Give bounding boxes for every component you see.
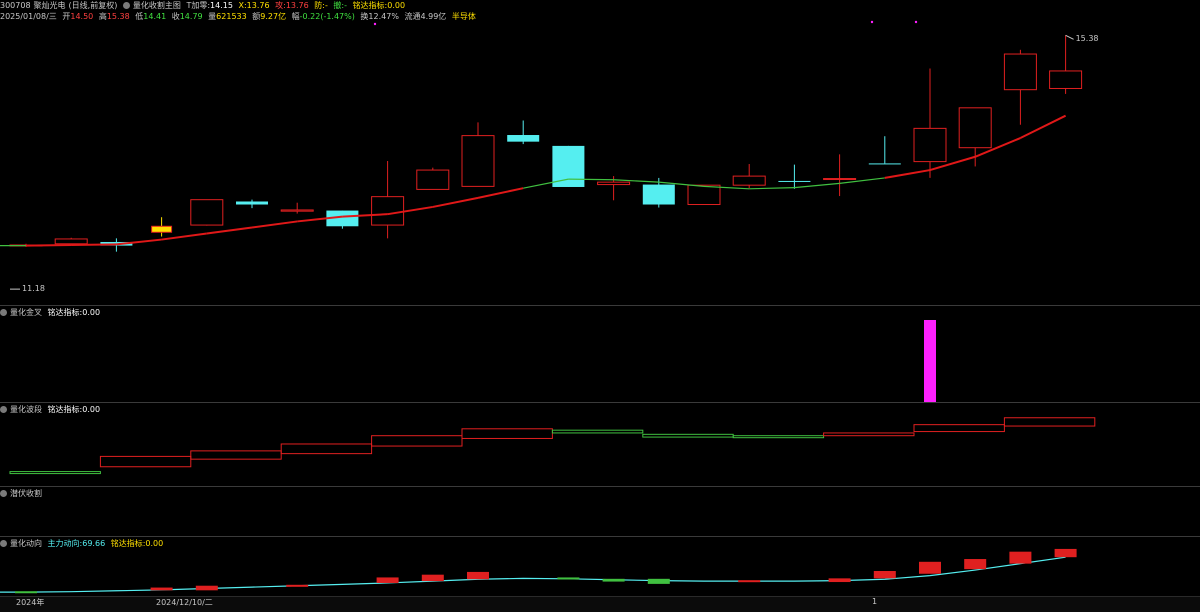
candle-body <box>732 175 766 186</box>
flow-bar <box>602 578 625 582</box>
candle-body <box>280 209 314 212</box>
golden-title[interactable]: 量化金叉 <box>10 308 42 317</box>
flow-bar <box>421 574 444 582</box>
main-flow-line <box>0 556 1066 593</box>
panel-divider <box>0 486 1200 487</box>
lurk-panel-title: 潜伏收割 <box>0 488 45 499</box>
flow-bar <box>286 584 309 587</box>
signal-dot <box>914 20 918 24</box>
candle-body <box>913 127 947 163</box>
flow-bar <box>195 585 218 591</box>
flow-bar <box>828 578 851 583</box>
panel-divider <box>0 402 1200 403</box>
ma-line-segment <box>432 196 479 208</box>
signal-dot <box>870 20 874 24</box>
ma-line-segment <box>749 186 795 190</box>
wave-step <box>371 435 463 447</box>
golden-signal-value: 0.00 <box>82 308 101 317</box>
panel-toggle-icon[interactable] <box>0 406 7 413</box>
ma-line-segment <box>568 178 614 181</box>
axis-marker-label: 1 <box>872 597 878 606</box>
wave-title[interactable]: 量化波段 <box>10 405 42 414</box>
flow-bar <box>557 577 580 580</box>
panel-divider <box>0 536 1200 537</box>
ma-line-segment <box>161 232 207 241</box>
ma-line-segment <box>251 220 298 229</box>
candle-body <box>597 181 631 186</box>
candle-body <box>958 107 992 149</box>
panel-toggle-icon[interactable] <box>0 540 7 547</box>
ma-line-segment <box>71 243 117 247</box>
flow-signal-value: 0.00 <box>145 539 164 548</box>
panel-toggle-icon[interactable] <box>0 490 7 497</box>
flow-main-label: 主力动向: <box>47 539 83 548</box>
low-price-tag: 11.18 <box>22 284 45 294</box>
candle-body <box>823 178 857 181</box>
wave-step <box>732 435 825 439</box>
candle-body <box>151 225 173 233</box>
candle-body <box>461 135 495 187</box>
wave-signal-label: 铭达指标: <box>47 405 83 414</box>
flow-bar <box>15 591 37 594</box>
signal-dot <box>373 22 377 26</box>
panel-divider <box>0 305 1200 306</box>
flow-bar <box>873 571 896 579</box>
flow-main-value: 69.66 <box>82 539 106 548</box>
flow-bar <box>1054 548 1077 558</box>
wave-step <box>190 450 282 460</box>
flow-bar <box>738 580 761 583</box>
flow-title[interactable]: 量化动向 <box>10 539 42 548</box>
ma-line-segment <box>477 187 524 199</box>
wave-signal-value: 0.00 <box>82 405 101 414</box>
flow-bar <box>1009 551 1032 564</box>
wave-panel-title: 量化波段 铭达指标:0.00 <box>0 404 103 415</box>
candle-body <box>371 196 405 226</box>
candle-body <box>236 201 268 205</box>
flow-bar <box>376 577 399 583</box>
wave-step <box>99 455 192 468</box>
wave-step <box>9 471 101 475</box>
lurk-title[interactable]: 潜伏收割 <box>10 489 42 498</box>
candle-body <box>687 184 721 206</box>
golden-signal-label: 铭达指标: <box>47 308 83 317</box>
candle-body <box>507 135 540 142</box>
panel-toggle-icon[interactable] <box>0 309 7 316</box>
candle-body <box>54 238 88 245</box>
wave-step <box>551 429 644 434</box>
axis-year-label: 2024年 <box>16 598 45 607</box>
flow-bar <box>150 587 173 591</box>
flow-bar <box>919 561 941 574</box>
flow-bar <box>964 559 987 570</box>
ma-line-segment <box>25 244 72 247</box>
candle-body <box>868 163 901 165</box>
wave-step <box>642 433 734 438</box>
ma-line-segment <box>794 182 840 189</box>
candle-body <box>190 199 224 226</box>
candle-body <box>778 180 811 182</box>
candle-body <box>1049 70 1083 89</box>
ma-line-segment <box>1019 114 1067 139</box>
flow-signal-label: 铭达指标: <box>110 539 146 548</box>
flow-bar <box>467 571 489 580</box>
golden-panel-title: 量化金叉 铭达指标:0.00 <box>0 307 103 318</box>
wave-step <box>913 424 1005 433</box>
golden-cross-bar <box>924 320 936 402</box>
flow-panel-title: 量化动向 主力动向:69.66 铭达指标:0.00 <box>0 538 166 549</box>
wave-step <box>280 443 373 455</box>
wave-step <box>823 432 915 437</box>
ma-line-segment <box>884 169 931 179</box>
high-tag-pointer <box>1065 34 1074 40</box>
flow-bar <box>647 578 670 584</box>
ma-line-segment <box>206 226 253 235</box>
wave-step <box>1003 417 1096 427</box>
axis-date-label: 2024/12/10/二 <box>156 598 213 607</box>
candle-body <box>1003 53 1037 91</box>
candle-body <box>416 169 450 190</box>
high-price-tag: 15.38 <box>1075 34 1099 44</box>
candle-body <box>642 184 675 205</box>
wave-step <box>461 428 553 439</box>
